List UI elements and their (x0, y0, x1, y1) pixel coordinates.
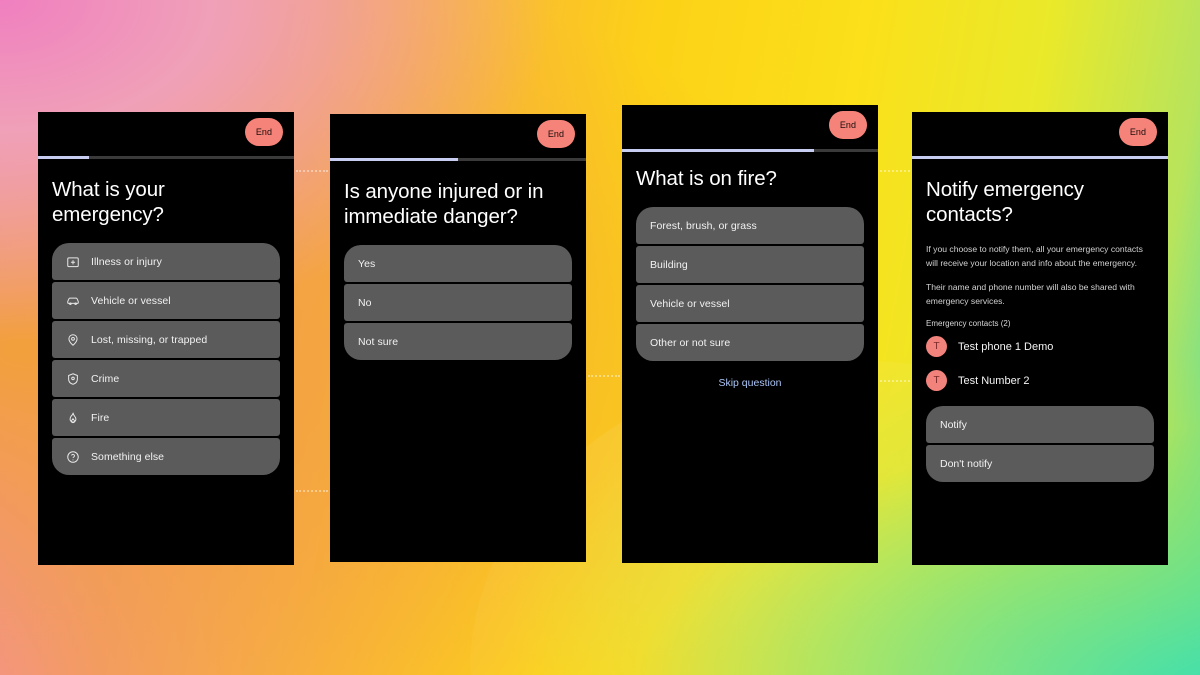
progress-bar-fill-2 (330, 158, 458, 161)
option-label: Other or not sure (650, 336, 731, 349)
screen-content-4: Notify emergency contacts? If you choose… (912, 177, 1168, 482)
status-bar-1: End (38, 112, 294, 156)
option-label: Illness or injury (91, 255, 162, 268)
option-list-2: Yes No Not sure (344, 245, 572, 360)
option-building[interactable]: Building (636, 246, 864, 283)
phone-screen-emergency-type: End What is your emergency? Illness or i… (38, 112, 294, 565)
notify-description-1: If you choose to notify them, all your e… (926, 244, 1143, 268)
end-call-button-2[interactable]: End (537, 120, 575, 148)
option-label: Lost, missing, or trapped (91, 333, 208, 346)
dont-notify-button[interactable]: Don't notify (926, 445, 1154, 482)
skip-question-link[interactable]: Skip question (636, 377, 864, 389)
page-title-1: What is your emergency? (52, 178, 165, 226)
avatar: T (926, 336, 947, 357)
page-title-4: Notify emergency contacts? (926, 178, 1084, 226)
option-label: Yes (358, 257, 376, 270)
option-crime[interactable]: Crime (52, 360, 280, 397)
page-title-3: What is on fire? (636, 167, 777, 190)
option-other-or-not-sure[interactable]: Other or not sure (636, 324, 864, 361)
status-bar-2: End (330, 114, 586, 158)
connector-3-4-lower (880, 380, 910, 382)
phone-screen-notify-contacts: End Notify emergency contacts? If you ch… (912, 112, 1168, 565)
end-call-button-3[interactable]: End (829, 111, 867, 139)
progress-bar-1 (38, 156, 294, 159)
end-call-button-1[interactable]: End (245, 118, 283, 146)
notify-description-2: Their name and phone number will also be… (926, 282, 1135, 306)
shield-icon (66, 372, 80, 386)
connector-1-2-lower (296, 490, 328, 492)
screen-content-1: What is your emergency? Illness or injur… (38, 177, 294, 475)
notify-button[interactable]: Notify (926, 406, 1154, 443)
contact-list-item[interactable]: T Test Number 2 (926, 370, 1154, 391)
emergency-contacts-count-label: Emergency contacts (2) (926, 319, 1011, 328)
option-label: No (358, 296, 372, 309)
connector-1-2 (296, 170, 328, 172)
option-list-3: Forest, brush, or grass Building Vehicle… (636, 207, 864, 361)
phone-screen-injury-question: End Is anyone injured or in immediate da… (330, 114, 586, 562)
option-something-else[interactable]: Something else (52, 438, 280, 475)
connector-2-3 (588, 375, 620, 377)
option-label: Vehicle or vessel (650, 297, 730, 310)
contact-list-item[interactable]: T Test phone 1 Demo (926, 336, 1154, 357)
screen-content-3: What is on fire? Forest, brush, or grass… (622, 166, 878, 389)
first-aid-kit-icon (66, 255, 80, 269)
option-label: Vehicle or vessel (91, 294, 171, 307)
progress-bar-4 (912, 156, 1168, 159)
progress-bar-2 (330, 158, 586, 161)
option-not-sure[interactable]: Not sure (344, 323, 572, 360)
car-icon (66, 294, 80, 308)
option-lost-missing-trapped[interactable]: Lost, missing, or trapped (52, 321, 280, 358)
end-call-button-4[interactable]: End (1119, 118, 1157, 146)
contact-name: Test Number 2 (958, 374, 1030, 387)
option-yes[interactable]: Yes (344, 245, 572, 282)
option-fire[interactable]: Fire (52, 399, 280, 436)
option-illness-or-injury[interactable]: Illness or injury (52, 243, 280, 280)
location-pin-icon (66, 333, 80, 347)
status-bar-3: End (622, 105, 878, 149)
question-circle-icon (66, 450, 80, 464)
progress-bar-fill-4 (912, 156, 1168, 159)
notify-action-list: Notify Don't notify (926, 406, 1154, 482)
option-label: Forest, brush, or grass (650, 219, 757, 232)
option-list-1: Illness or injury Vehicle or vessel Lost… (52, 243, 280, 475)
avatar: T (926, 370, 947, 391)
contact-name: Test phone 1 Demo (958, 340, 1054, 353)
progress-bar-fill-3 (622, 149, 814, 152)
option-label: Fire (91, 411, 110, 424)
screenshot-canvas: End What is your emergency? Illness or i… (0, 0, 1200, 675)
option-label: Building (650, 258, 688, 271)
option-label: Something else (91, 450, 165, 463)
progress-bar-3 (622, 149, 878, 152)
page-title-2: Is anyone injured or in immediate danger… (344, 180, 544, 228)
option-no[interactable]: No (344, 284, 572, 321)
option-forest-brush-grass[interactable]: Forest, brush, or grass (636, 207, 864, 244)
flame-icon (66, 411, 80, 425)
option-vehicle-or-vessel[interactable]: Vehicle or vessel (52, 282, 280, 319)
option-label: Not sure (358, 335, 399, 348)
progress-bar-fill-1 (38, 156, 90, 159)
connector-3-4 (880, 170, 910, 172)
option-label: Crime (91, 372, 120, 385)
status-bar-4: End (912, 112, 1168, 156)
phone-screen-fire-question: End What is on fire? Forest, brush, or g… (622, 105, 878, 563)
option-vehicle-or-vessel-fire[interactable]: Vehicle or vessel (636, 285, 864, 322)
screen-content-2: Is anyone injured or in immediate danger… (330, 179, 586, 360)
